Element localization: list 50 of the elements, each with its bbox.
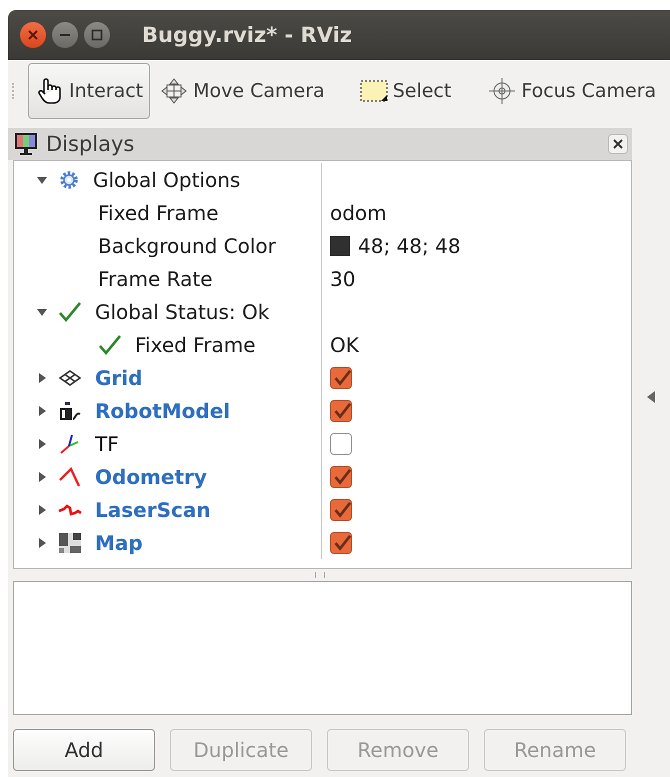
splitter-handle-icon[interactable] [315,572,325,578]
panel-title: Displays [46,132,134,156]
property-value[interactable]: odom [330,200,387,224]
expand-arrow-icon[interactable] [36,470,48,482]
robot-icon [58,400,82,422]
tree-label[interactable]: TF [95,432,119,456]
property-value[interactable]: 48; 48; 48 [358,234,461,258]
expand-arrow-icon[interactable] [36,404,48,416]
tree-label[interactable]: Fixed Frame [98,200,218,224]
tree-label[interactable]: Grid [95,366,142,390]
move-arrows-icon [159,77,190,105]
check-icon [58,300,82,322]
checkbox[interactable] [330,498,352,520]
tree-label[interactable]: Global Options [93,168,240,192]
tree-label[interactable]: Map [95,530,143,554]
maximize-icon[interactable] [84,22,110,48]
tree-label[interactable]: Global Status: Ok [95,300,270,324]
property-value[interactable]: OK [330,332,359,356]
tree-label[interactable]: Frame Rate [98,266,213,290]
toolbar-tool[interactable]: Interact [28,63,150,119]
tree-label[interactable]: LaserScan [95,498,211,522]
collapse-arrow-icon[interactable] [647,391,655,403]
expand-arrow-icon[interactable] [36,372,48,384]
expand-arrow-icon[interactable] [36,504,48,516]
toolbar-tool[interactable]: Move Camera [152,63,332,119]
tree-label[interactable]: Odometry [95,464,207,488]
tree-label[interactable]: RobotModel [95,398,230,422]
checkbox[interactable] [330,532,352,554]
monitor-icon [14,132,38,156]
tree-label[interactable]: Background Color [98,234,276,258]
checkbox[interactable] [330,466,352,488]
toolbar-tool[interactable]: Focus Camera [480,63,664,119]
toolbar-tool[interactable]: Select [352,63,458,119]
window-title: Buggy.rviz* - RViz [142,23,352,47]
property-value[interactable]: 30 [330,266,356,290]
crosshair-icon [487,77,518,105]
gear-icon [58,168,80,190]
map-grid-icon [58,532,82,554]
expand-arrow-icon[interactable] [36,536,48,548]
panel-button[interactable]: Add [13,729,155,771]
close-icon[interactable] [608,134,628,154]
color-swatch[interactable] [330,236,350,256]
path-line-icon [58,466,82,488]
expand-arrow-icon[interactable] [36,438,48,450]
checkbox[interactable] [330,432,352,454]
check-icon [98,334,122,356]
checkbox[interactable] [330,366,352,388]
checkbox[interactable] [330,400,352,422]
minimize-icon[interactable] [52,22,78,48]
tree-label[interactable]: Fixed Frame [135,332,256,356]
